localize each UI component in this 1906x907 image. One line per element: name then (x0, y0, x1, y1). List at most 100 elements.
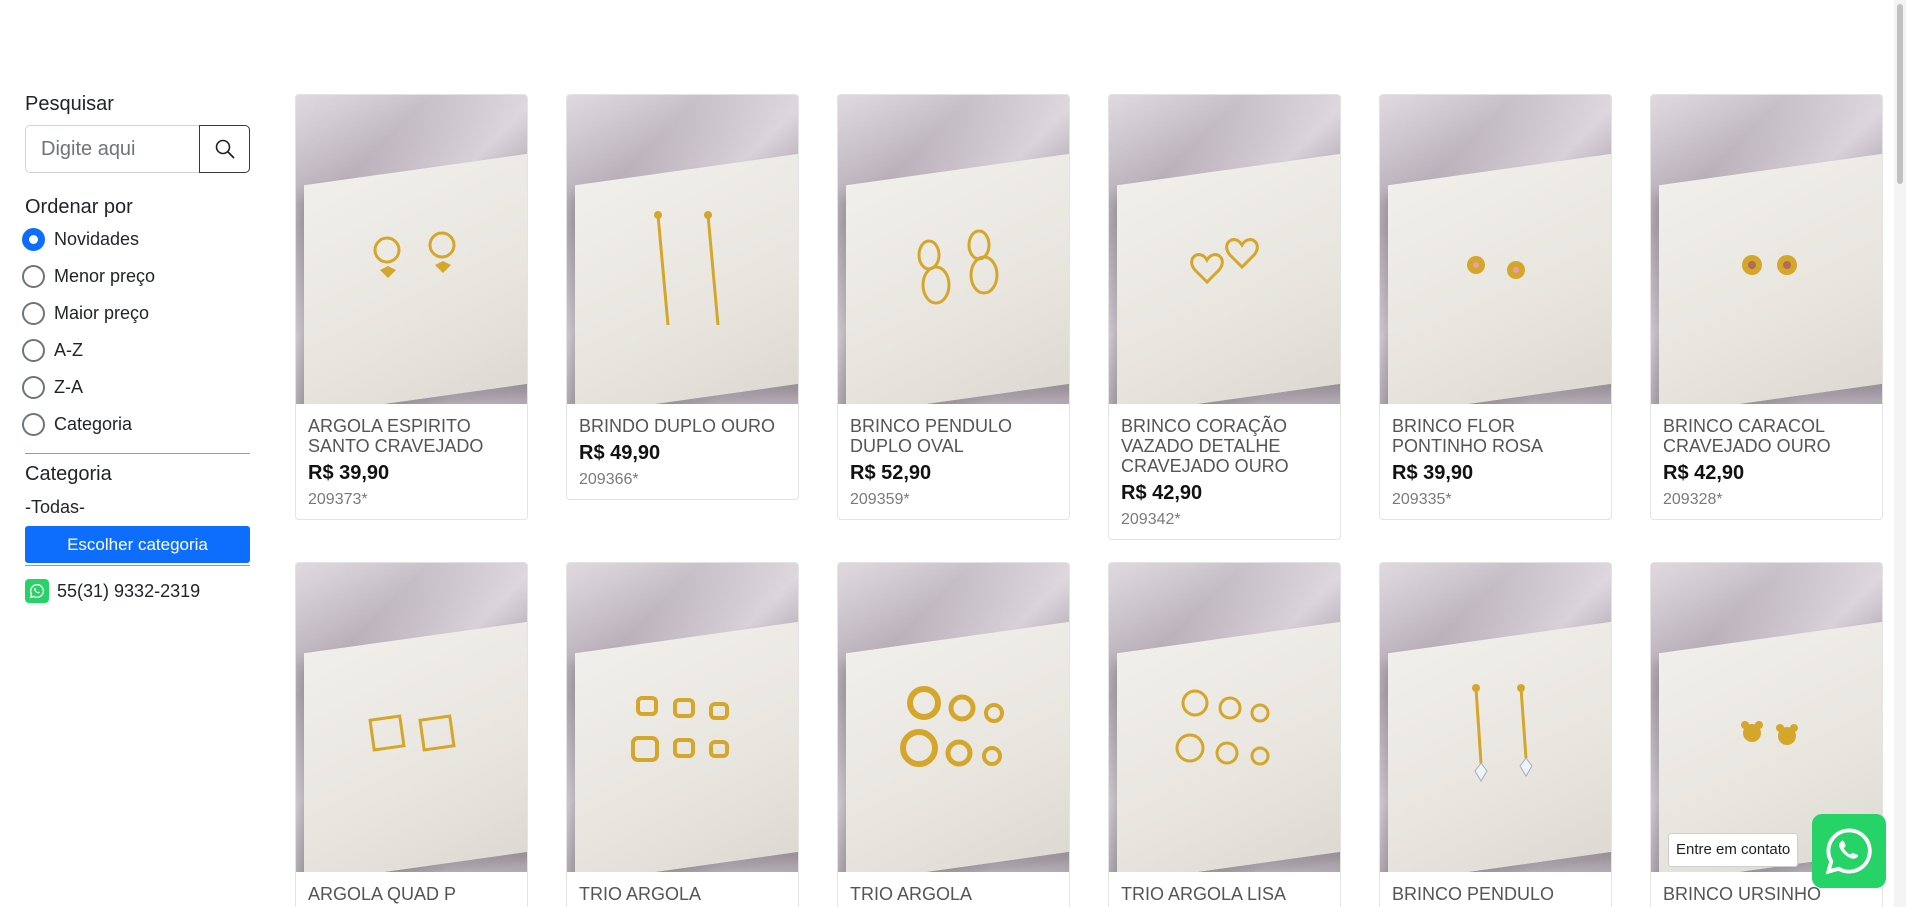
whatsapp-icon (1825, 828, 1872, 875)
product-info: ARGOLA ESPIRITO SANTO CRAVEJADO R$ 39,90 2… (296, 404, 527, 519)
order-option-label: Maior preço (54, 303, 150, 323)
product-image[interactable] (296, 563, 527, 872)
product-image[interactable] (838, 95, 1069, 404)
radio-button[interactable] (22, 376, 45, 399)
product-name: TRIO ARGOLA (850, 884, 973, 904)
product-name: TRIO ARGOLA (579, 884, 702, 904)
product-code: 209342* (1121, 511, 1181, 528)
jewelry-illustration (296, 95, 527, 404)
product-image[interactable] (1109, 95, 1340, 404)
order-option-label: Menor preço (54, 266, 156, 286)
order-option-label: Categoria (54, 414, 133, 434)
product-info: BRINCO CARACOL CRAVEJADO OURO R$ 42,90 209… (1651, 404, 1882, 519)
product-card[interactable]: BRINDO DUPLO OURO R$ 49,90 209366* (566, 94, 799, 500)
order-option[interactable]: Categoria (22, 406, 250, 443)
product-image[interactable] (567, 95, 798, 404)
product-image[interactable] (1109, 563, 1340, 872)
search-label: Pesquisar (25, 93, 114, 115)
product-name: ARGOLA ESPIRITO SANTO CRAVEJADO (308, 416, 484, 456)
jewelry-illustration (567, 563, 798, 872)
jewelry-illustration (1109, 563, 1340, 872)
order-options: Novidades Menor preço Maior preço A-Z Z-A Cat… (22, 221, 250, 443)
product-code: 209328* (1663, 491, 1723, 508)
choose-category-button[interactable]: Escolher categoria (25, 526, 250, 563)
divider (25, 565, 250, 566)
whatsapp-float-button[interactable] (1812, 814, 1886, 888)
radio-button[interactable] (22, 265, 45, 288)
product-image[interactable] (838, 563, 1069, 872)
order-label: Ordenar por (25, 196, 133, 218)
product-image[interactable] (296, 95, 527, 404)
product-card[interactable]: BRINCO PENDULO DUPLO OVAL R$ 52,90 209359* (837, 94, 1070, 520)
product-card[interactable]: BRINCO CARACOL CRAVEJADO OURO R$ 42,90 209… (1650, 94, 1883, 520)
category-value: -Todas- (25, 497, 86, 517)
product-info: ARGOLA QUAD P (296, 872, 527, 907)
product-card[interactable]: TRIO ARGOLA (566, 562, 799, 907)
product-card[interactable]: ARGOLA QUAD P (295, 562, 528, 907)
product-name: ARGOLA QUAD P (308, 884, 457, 904)
order-option[interactable]: Menor preço (22, 258, 250, 295)
product-name: BRINCO PENDULO DUPLO OVAL (850, 416, 1013, 456)
jewelry-illustration (1109, 95, 1340, 404)
search-group (25, 125, 250, 173)
phone-contact[interactable]: 55(31) 9332-2319 (25, 579, 250, 603)
product-info: BRINDO DUPLO OURO R$ 49,90 209366* (567, 404, 798, 499)
product-price: R$ 39,90 (1392, 462, 1474, 484)
product-info: BRINCO CORAÇÃO VAZADO DETALHE CRAVEJADO … (1109, 404, 1340, 539)
product-image[interactable] (1380, 563, 1611, 872)
product-card[interactable]: BRINCO CORAÇÃO VAZADO DETALHE CRAVEJADO … (1108, 94, 1341, 540)
category-label: Categoria (25, 463, 112, 485)
order-option-label: Z-A (54, 377, 83, 397)
radio-button[interactable] (22, 413, 45, 436)
page-scrollbar[interactable] (1894, 0, 1906, 907)
jewelry-illustration (1651, 95, 1882, 404)
jewelry-illustration (296, 563, 527, 872)
product-price: R$ 39,90 (308, 462, 390, 484)
search-button[interactable] (199, 125, 250, 173)
jewelry-illustration (838, 95, 1069, 404)
product-name: BRINCO CARACOL CRAVEJADO OURO (1663, 416, 1831, 456)
product-code: 209373* (308, 491, 368, 508)
product-code: 209359* (850, 491, 910, 508)
whatsapp-icon (25, 579, 49, 603)
order-option[interactable]: Novidades (22, 221, 250, 258)
radio-button[interactable] (22, 228, 45, 251)
product-name: BRINCO CORAÇÃO VAZADO DETALHE CRAVEJADO … (1121, 416, 1289, 476)
product-image[interactable] (1651, 95, 1882, 404)
product-price: R$ 49,90 (579, 442, 661, 464)
product-info: TRIO ARGOLA (838, 872, 1069, 907)
filter-sidebar: Pesquisar Ordenar por Novidades Menor pre… (22, 93, 250, 603)
product-card[interactable]: BRINCO FLOR PONTINHO ROSA R$ 39,90 209335* (1379, 94, 1612, 520)
product-info: TRIO ARGOLA (567, 872, 798, 907)
phone-number: 55(31) 9332-2319 (57, 580, 201, 601)
product-info: BRINCO FLOR PONTINHO ROSA R$ 39,90 209335* (1380, 404, 1611, 519)
radio-button[interactable] (22, 339, 45, 362)
jewelry-illustration (1380, 95, 1611, 404)
product-image[interactable] (1380, 95, 1611, 404)
order-option[interactable]: A-Z (22, 332, 250, 369)
product-card[interactable]: ARGOLA ESPIRITO SANTO CRAVEJADO R$ 39,90 2… (295, 94, 528, 520)
product-price: R$ 42,90 (1663, 462, 1745, 484)
product-info: BRINCO PENDULO (1380, 872, 1611, 907)
radio-button[interactable] (22, 302, 45, 325)
jewelry-illustration (838, 563, 1069, 872)
scrollbar-thumb[interactable] (1897, 4, 1903, 184)
search-icon (215, 139, 234, 159)
product-card[interactable]: BRINCO PENDULO (1379, 562, 1612, 907)
order-option[interactable]: Z-A (22, 369, 250, 406)
product-name: BRINDO DUPLO OURO (579, 416, 776, 436)
contact-tooltip: Entre em contato (1668, 833, 1799, 867)
jewelry-illustration (567, 95, 798, 404)
product-image[interactable] (567, 563, 798, 872)
product-price: R$ 52,90 (850, 462, 932, 484)
search-input[interactable] (25, 125, 199, 173)
product-name: TRIO ARGOLA LISA (1121, 884, 1287, 904)
product-code: 209335* (1392, 491, 1452, 508)
product-price: R$ 42,90 (1121, 482, 1203, 504)
product-name: BRINCO PENDULO (1392, 884, 1555, 904)
product-card[interactable]: TRIO ARGOLA LISA (1108, 562, 1341, 907)
order-option[interactable]: Maior preço (22, 295, 250, 332)
order-option-label: Novidades (54, 229, 140, 249)
product-card[interactable]: TRIO ARGOLA (837, 562, 1070, 907)
product-name: BRINCO FLOR PONTINHO ROSA (1392, 416, 1544, 456)
